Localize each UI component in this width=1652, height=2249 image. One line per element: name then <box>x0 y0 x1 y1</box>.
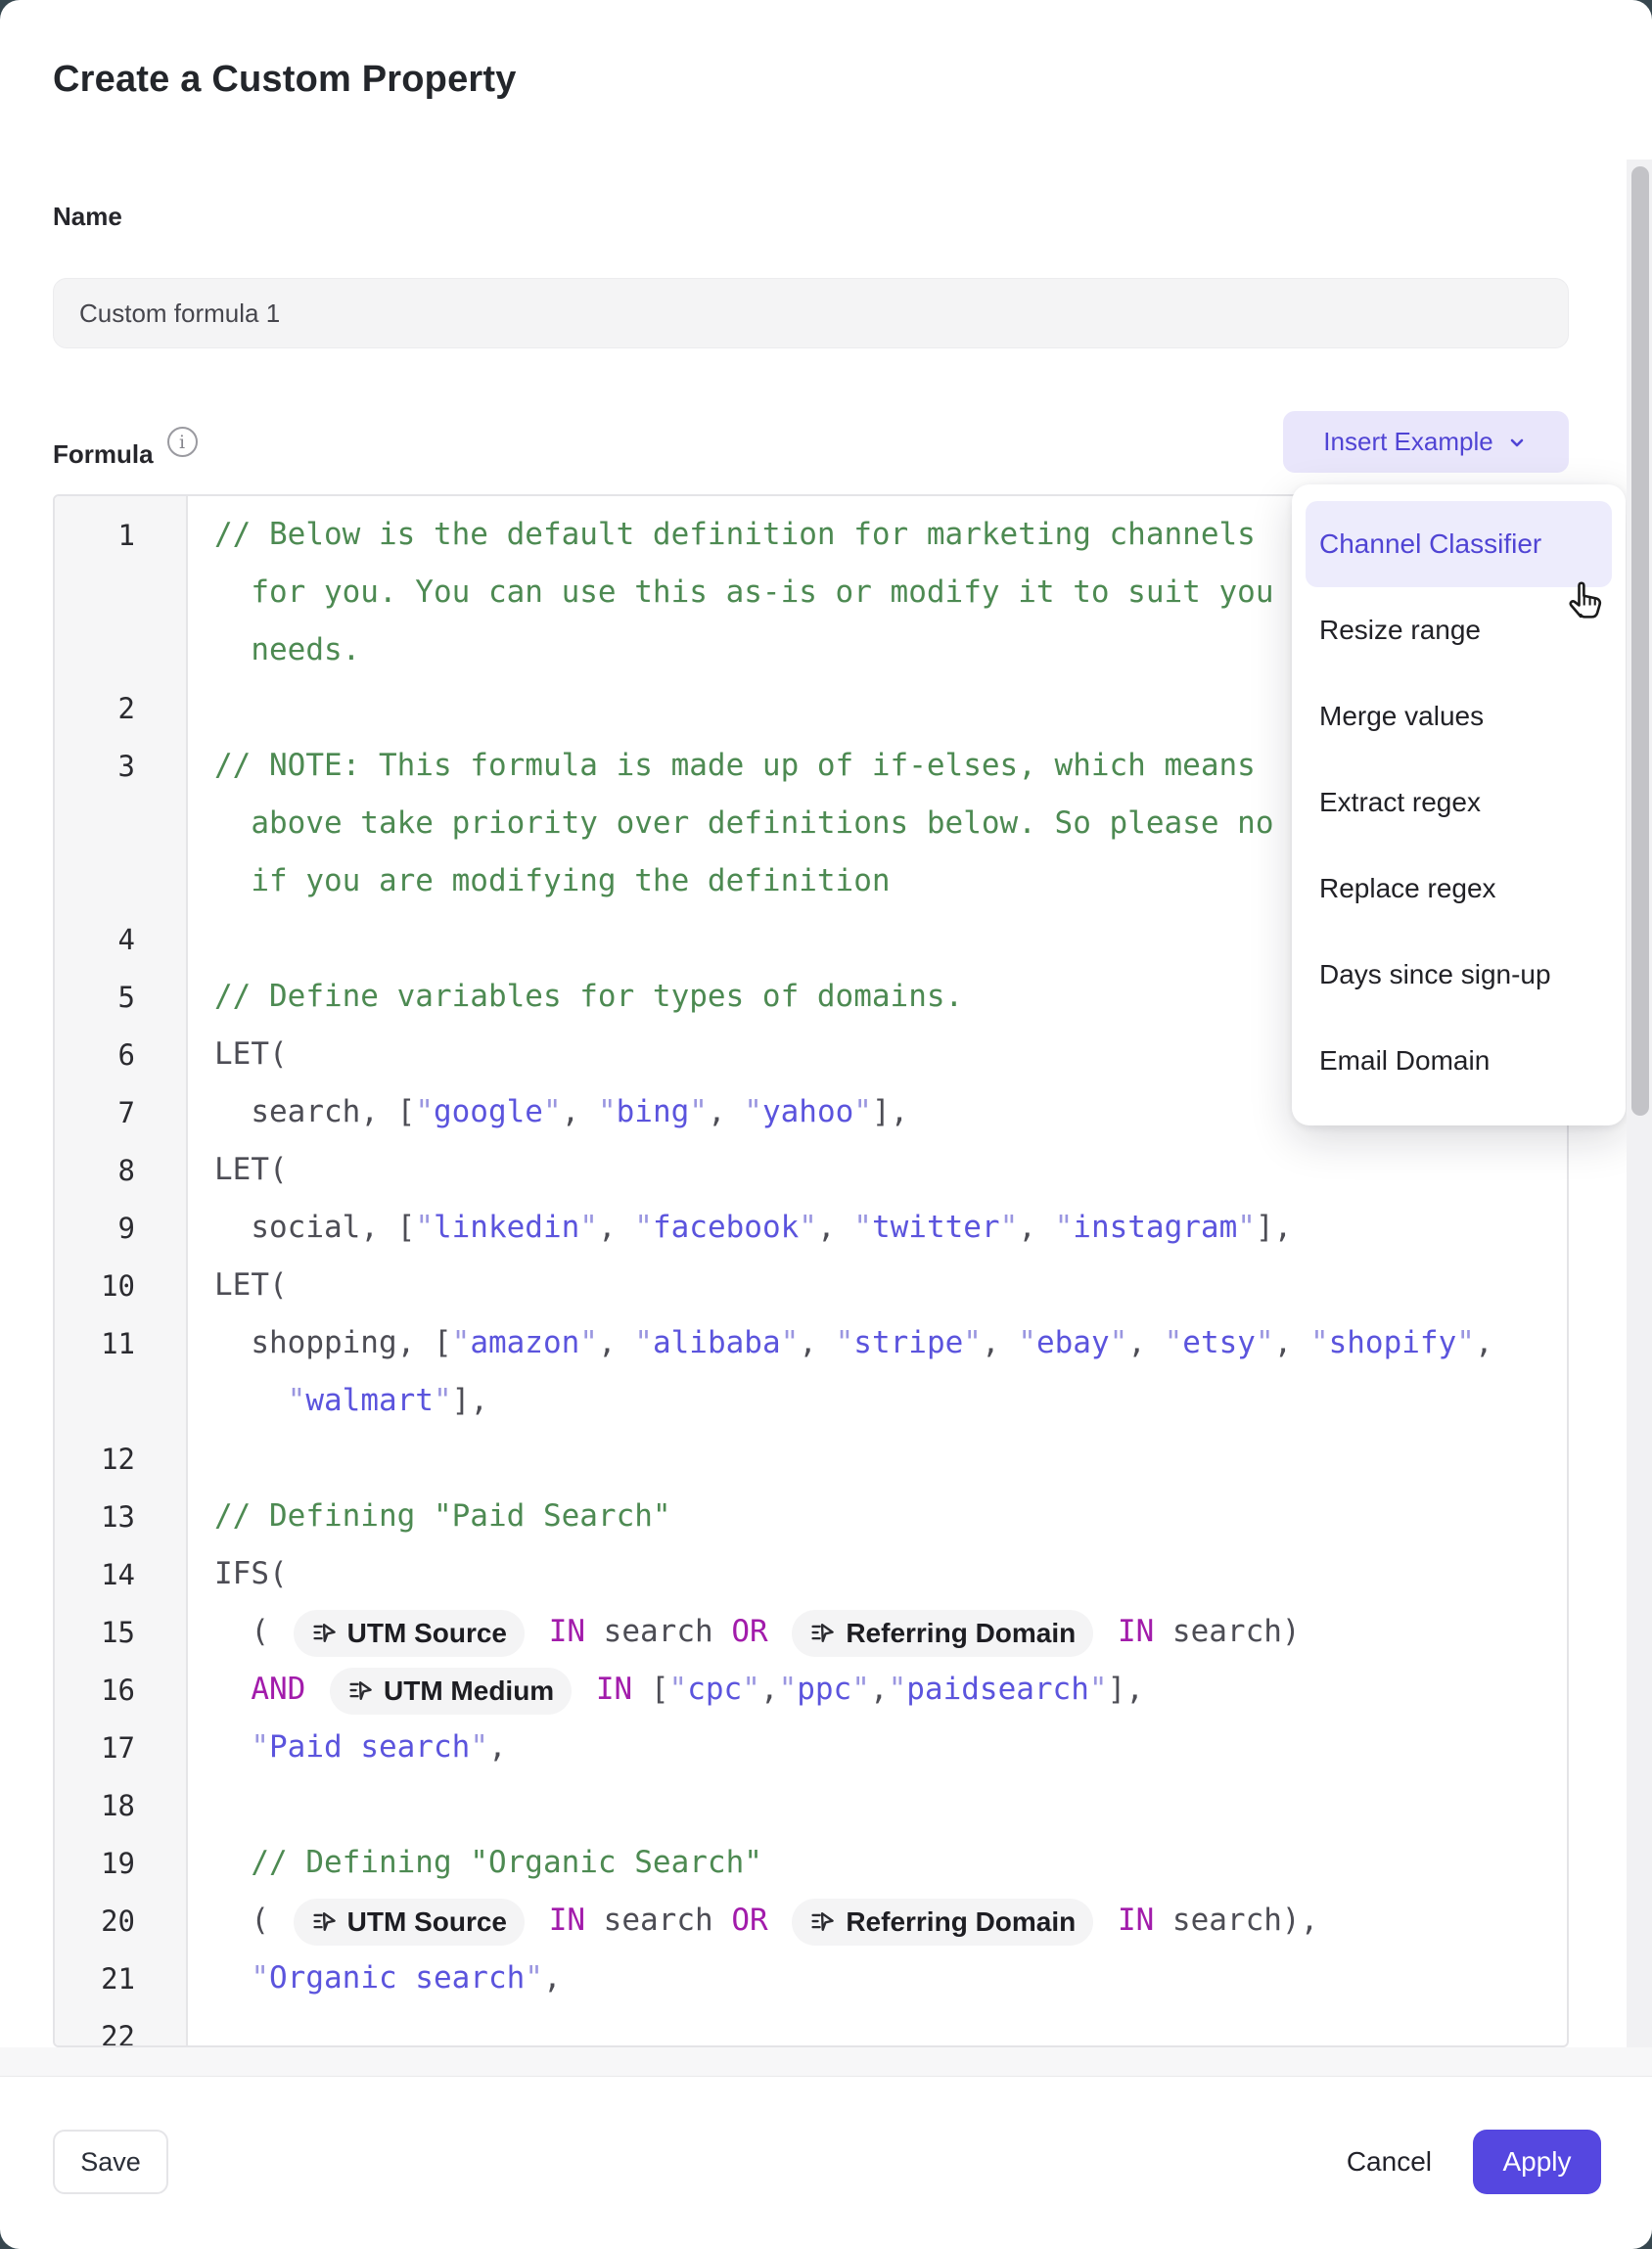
line-number: 9 <box>55 1212 190 1245</box>
editor-row: 11 shopping, ["amazon", "alibaba", "stri… <box>55 1314 1567 1372</box>
menu-item-resize-range[interactable]: Resize range <box>1292 587 1626 673</box>
editor-row: 19 // Defining "Organic Search" <box>55 1834 1567 1892</box>
code-line: ( UTM Source IN search OR Referring Doma… <box>190 1603 1567 1661</box>
editor-row: 18 <box>55 1776 1567 1834</box>
code-line: AND UTM Medium IN ["cpc","ppc","paidsear… <box>190 1661 1567 1719</box>
menu-item-email-domain[interactable]: Email Domain <box>1292 1018 1626 1104</box>
insert-example-button[interactable]: Insert Example <box>1283 411 1569 473</box>
editor-row: 14IFS( <box>55 1545 1567 1603</box>
menu-item-extract-regex[interactable]: Extract regex <box>1292 759 1626 846</box>
name-input[interactable] <box>53 278 1569 348</box>
property-token-icon <box>809 1908 836 1935</box>
property-chip-label: UTM Source <box>347 1893 507 1951</box>
create-custom-property-modal: Create a Custom Property Name Formula i … <box>0 0 1652 2249</box>
property-chip-label: UTM Source <box>347 1604 507 1662</box>
line-number: 21 <box>55 1962 190 1996</box>
property-token-icon <box>347 1677 374 1704</box>
formula-label-row: Formula i <box>53 435 198 474</box>
chevron-down-icon <box>1505 431 1529 454</box>
property-chip-utm-source[interactable]: UTM Source <box>294 1899 525 1946</box>
line-number: 7 <box>55 1096 190 1129</box>
code-line: // Defining "Paid Search" <box>190 1488 1567 1545</box>
code-line: IFS( <box>190 1545 1567 1603</box>
line-number: 6 <box>55 1038 190 1072</box>
editor-row: 16 AND UTM Medium IN ["cpc","ppc","paids… <box>55 1661 1567 1719</box>
property-chip-referring-domain[interactable]: Referring Domain <box>792 1899 1093 1946</box>
apply-button[interactable]: Apply <box>1473 2130 1601 2194</box>
info-icon[interactable]: i <box>167 427 198 457</box>
code-line: social, ["linkedin", "facebook", "twitte… <box>190 1199 1567 1257</box>
menu-item-days-since-sign-up[interactable]: Days since sign-up <box>1292 932 1626 1018</box>
property-chip-label: UTM Medium <box>384 1662 554 1720</box>
line-number: 13 <box>55 1500 190 1534</box>
code-line: "Paid search", <box>190 1719 1567 1776</box>
editor-row: 12 <box>55 1430 1567 1488</box>
insert-example-menu: Channel ClassifierResize rangeMerge valu… <box>1292 484 1626 1125</box>
property-chip-utm-medium[interactable]: UTM Medium <box>330 1668 572 1715</box>
line-number: 3 <box>55 750 190 783</box>
editor-row: 22 <box>55 2007 1567 2047</box>
line-number: 1 <box>55 519 190 552</box>
scrollbar-thumb[interactable] <box>1631 166 1649 1116</box>
editor-row: 20 ( UTM Source IN search OR Referring D… <box>55 1892 1567 1950</box>
page-title: Create a Custom Property <box>53 59 517 101</box>
code-line: "walmart"], <box>190 1372 1567 1430</box>
line-number: 16 <box>55 1674 190 1707</box>
code-line: // Defining "Organic Search" <box>190 1834 1567 1892</box>
line-number: 11 <box>55 1327 190 1360</box>
editor-row: 9 social, ["linkedin", "facebook", "twit… <box>55 1199 1567 1257</box>
line-number: 12 <box>55 1443 190 1476</box>
code-line: shopping, ["amazon", "alibaba", "stripe"… <box>190 1314 1567 1372</box>
code-line: "Organic search", <box>190 1950 1567 2007</box>
line-number: 22 <box>55 2020 190 2048</box>
line-number: 5 <box>55 981 190 1014</box>
save-button[interactable]: Save <box>53 2130 168 2194</box>
cancel-button[interactable]: Cancel <box>1347 2130 1432 2194</box>
editor-row: 21 "Organic search", <box>55 1950 1567 2007</box>
editor-row: 17 "Paid search", <box>55 1719 1567 1776</box>
line-number: 17 <box>55 1731 190 1765</box>
editor-row: 10LET( <box>55 1257 1567 1314</box>
line-number: 15 <box>55 1616 190 1649</box>
line-number: 20 <box>55 1905 190 1938</box>
editor-row: 8LET( <box>55 1141 1567 1199</box>
app-backdrop: Create a Custom Property Name Formula i … <box>0 0 1652 2249</box>
code-line: LET( <box>190 1257 1567 1314</box>
editor-row: "walmart"], <box>55 1372 1567 1430</box>
property-token-icon <box>311 1908 338 1935</box>
editor-row: 15 ( UTM Source IN search OR Referring D… <box>55 1603 1567 1661</box>
line-number: 14 <box>55 1558 190 1591</box>
property-token-icon <box>809 1620 836 1646</box>
menu-item-replace-regex[interactable]: Replace regex <box>1292 846 1626 932</box>
property-chip-label: Referring Domain <box>846 1604 1076 1662</box>
property-chip-referring-domain[interactable]: Referring Domain <box>792 1610 1093 1657</box>
formula-label: Formula <box>53 435 154 474</box>
line-number: 18 <box>55 1789 190 1822</box>
menu-item-merge-values[interactable]: Merge values <box>1292 673 1626 759</box>
line-number: 2 <box>55 692 190 725</box>
property-chip-utm-source[interactable]: UTM Source <box>294 1610 525 1657</box>
footer-divider-strip <box>0 2047 1652 2077</box>
property-chip-label: Referring Domain <box>846 1893 1076 1951</box>
insert-example-label: Insert Example <box>1323 427 1492 457</box>
property-token-icon <box>311 1620 338 1646</box>
name-label: Name <box>53 202 122 232</box>
code-line: ( UTM Source IN search OR Referring Doma… <box>190 1892 1567 1950</box>
code-line: LET( <box>190 1141 1567 1199</box>
editor-row: 13// Defining "Paid Search" <box>55 1488 1567 1545</box>
line-number: 4 <box>55 923 190 956</box>
line-number: 10 <box>55 1269 190 1303</box>
line-number: 19 <box>55 1847 190 1880</box>
line-number: 8 <box>55 1154 190 1187</box>
menu-item-channel-classifier[interactable]: Channel Classifier <box>1306 501 1612 587</box>
